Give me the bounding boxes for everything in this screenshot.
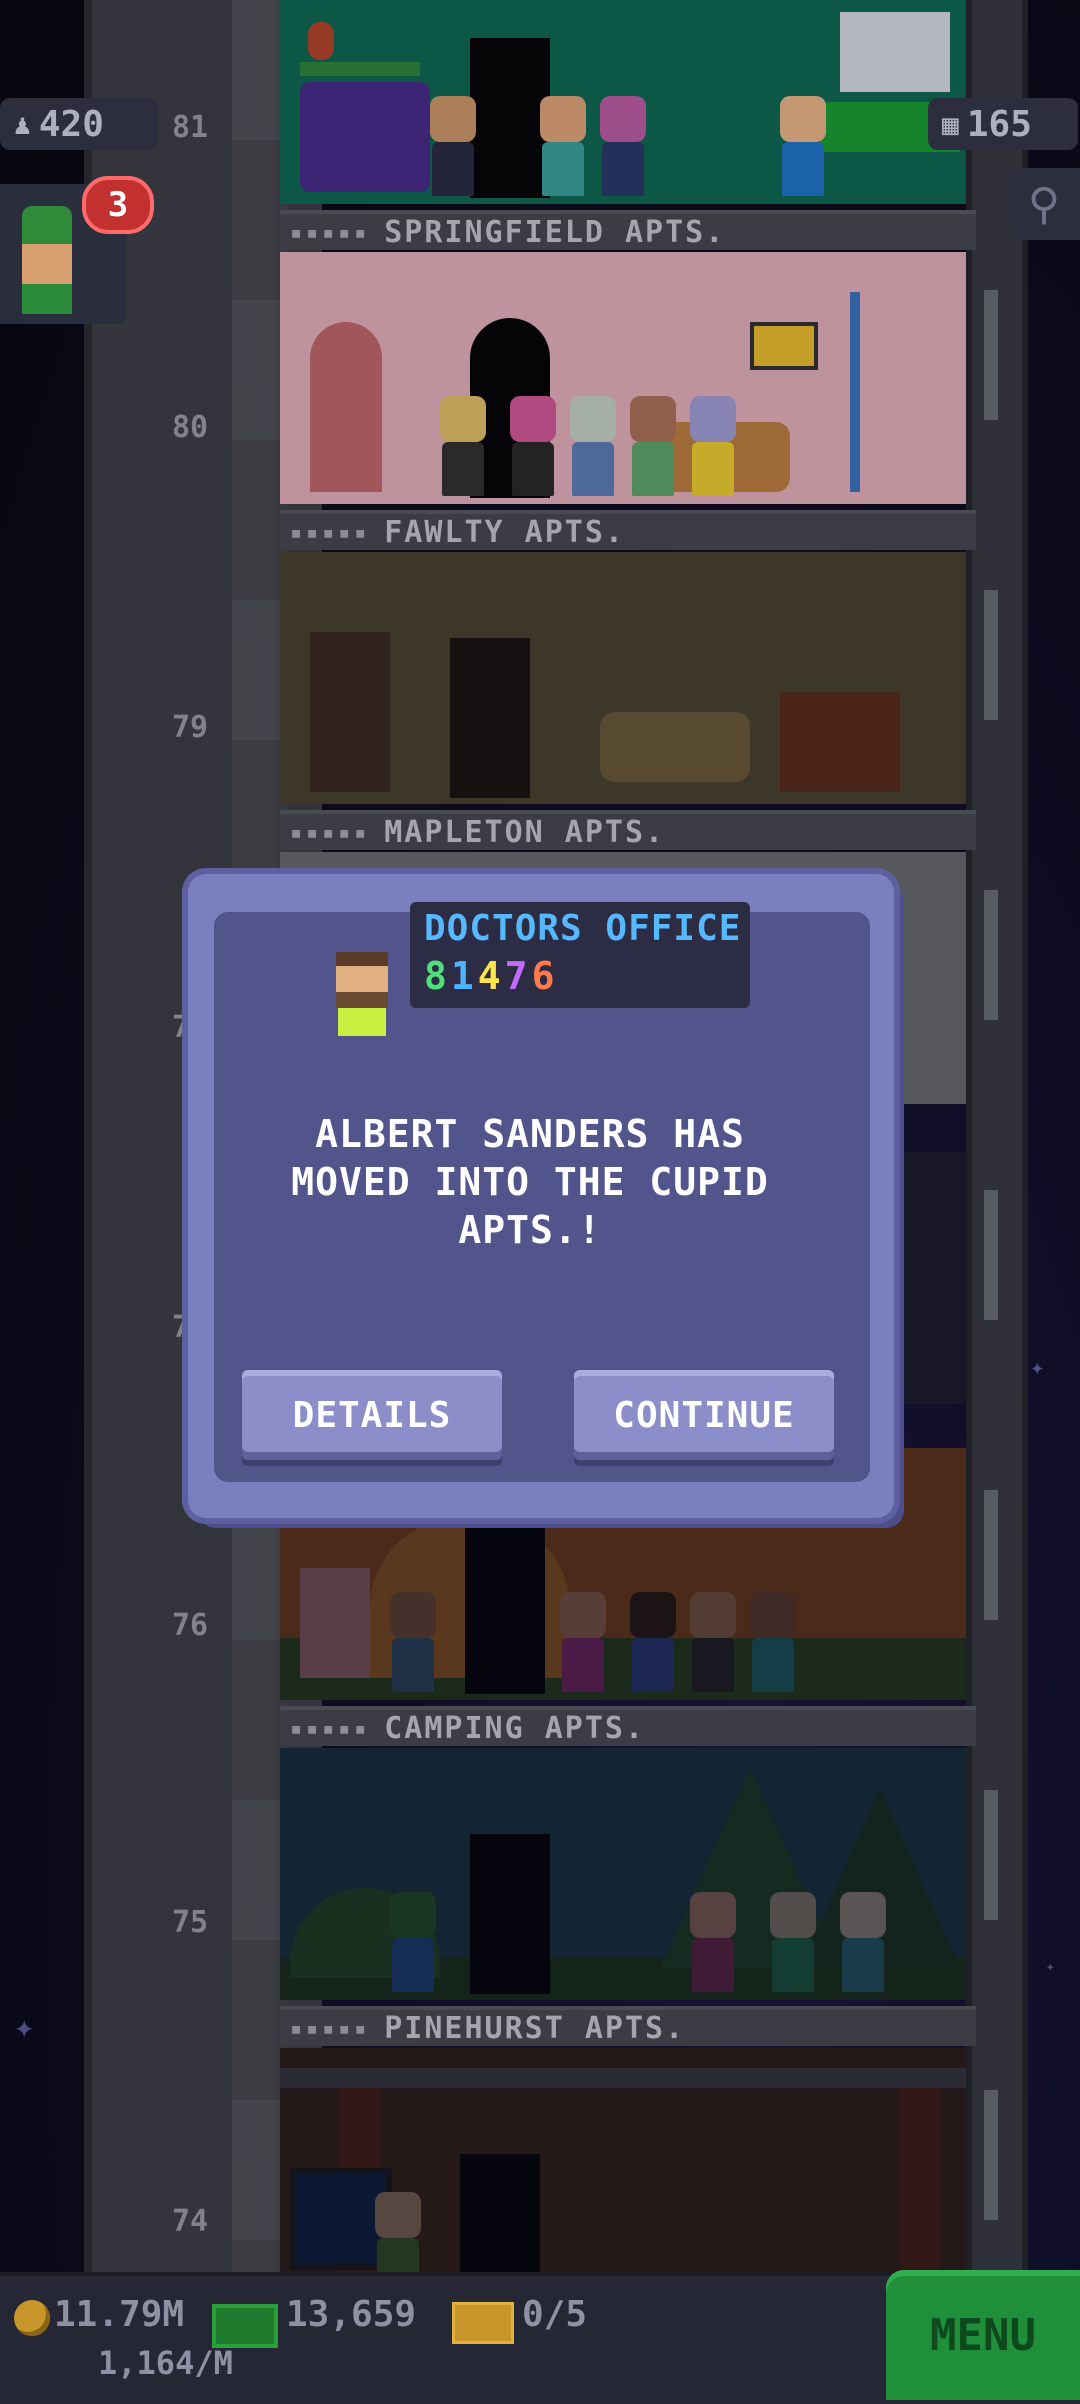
floor-pinehurst[interactable]: ▪▪▪▪▪ PINEHURST APTS.	[280, 1748, 976, 2048]
floor-number: 75	[171, 1905, 209, 1940]
floor-mapleton[interactable]: ▪▪▪▪▪ MAPLETON APTS.	[280, 552, 976, 852]
apartment-room[interactable]	[280, 1748, 966, 2000]
apartment-room[interactable]	[280, 0, 966, 204]
coin-icon	[14, 2300, 50, 2336]
star-icon: ✦	[1030, 1353, 1045, 1381]
floor-number: 80	[171, 410, 209, 445]
building-icon: ▦	[942, 107, 959, 141]
apartment-door	[470, 1834, 550, 1994]
resident-sprite[interactable]	[780, 96, 826, 196]
floor-name: PINEHURST APTS.	[384, 2010, 686, 2046]
floors-value: 165	[966, 103, 1032, 145]
apartment-door	[450, 638, 530, 798]
coins-value[interactable]: 11.79M	[54, 2294, 184, 2335]
job-title: DOCTORS OFFICE	[424, 908, 742, 949]
floor-number: 76	[171, 1608, 209, 1643]
skill-digit: 6	[531, 954, 559, 998]
resident-sprite[interactable]	[570, 396, 616, 496]
apartment-door	[470, 38, 550, 198]
resident-sprite[interactable]	[440, 396, 486, 496]
resident-sprite[interactable]	[690, 396, 736, 496]
resident-sprite[interactable]	[840, 1892, 886, 1992]
bookshelf	[310, 632, 390, 792]
floor-number: 79	[171, 710, 209, 745]
continue-button[interactable]: CONTINUE	[574, 1370, 834, 1460]
sofa	[600, 712, 750, 782]
wooden-beam	[900, 2088, 940, 2288]
tower-right-wall	[966, 0, 1028, 2280]
sofa	[300, 82, 430, 192]
resident-capacity: ▪▪▪▪▪	[290, 1716, 371, 1740]
floor-number: 74	[171, 2204, 209, 2239]
floor-name: CAMPING APTS.	[384, 1710, 646, 1746]
resident-sprite[interactable]	[750, 1592, 796, 1692]
skill-digit: 4	[477, 954, 505, 998]
star-icon: ✦	[14, 2007, 35, 2047]
resident-sprite[interactable]	[430, 96, 476, 196]
avatar-face	[22, 244, 72, 284]
resident-sprite[interactable]	[630, 1592, 676, 1692]
apartment-room[interactable]	[280, 252, 966, 504]
resident-capacity: ▪▪▪▪▪	[290, 820, 371, 844]
skill-ratings: 81476	[424, 954, 558, 998]
floors-counter[interactable]: ▦ 165	[928, 98, 1078, 150]
floor-lamp	[850, 292, 860, 492]
menu-button[interactable]: MENU	[886, 2270, 1080, 2400]
floor-name: MAPLETON APTS.	[384, 814, 666, 850]
star-icon: ✦	[1046, 1959, 1055, 1975]
ticket-icon	[452, 2302, 514, 2344]
coins-rate: 1,164/M	[98, 2344, 233, 2382]
bux-icon	[212, 2304, 278, 2348]
resident-sprite[interactable]	[560, 1592, 606, 1692]
armchair	[300, 1568, 370, 1678]
shelf	[300, 62, 420, 76]
skill-digit: 8	[424, 954, 451, 998]
population-value: 420	[38, 103, 104, 145]
floor-springfield[interactable]: ▪▪▪▪▪ SPRINGFIELD APTS.	[280, 0, 976, 252]
resident-sprite[interactable]	[540, 96, 586, 196]
resident-sprite[interactable]	[690, 1592, 736, 1692]
apartment-room[interactable]	[280, 2048, 966, 2300]
search-icon[interactable]: ⚲	[1008, 168, 1080, 240]
vase	[308, 22, 334, 60]
resident-sprite[interactable]	[390, 1592, 436, 1692]
details-button[interactable]: DETAILS	[242, 1370, 502, 1460]
floor-name: FAWLTY APTS.	[384, 514, 625, 550]
floor-number: 81	[171, 110, 209, 145]
population-icon: ♟	[14, 107, 31, 141]
population-counter[interactable]: ♟ 420	[0, 98, 158, 150]
resident-sprite[interactable]	[600, 96, 646, 196]
resident-capacity: ▪▪▪▪▪	[290, 520, 371, 544]
apartment-door-wood	[310, 322, 382, 492]
floor-nameplate: ▪▪▪▪▪ FAWLTY APTS.	[280, 510, 976, 550]
picture-frame	[750, 322, 818, 370]
resident-sprite[interactable]	[510, 396, 556, 496]
resident-sprite[interactable]	[390, 1892, 436, 1992]
floor-name: SPRINGFIELD APTS.	[384, 214, 726, 250]
notification-badge: 3	[82, 176, 154, 234]
floor-nameplate: ▪▪▪▪▪ MAPLETON APTS.	[280, 810, 976, 850]
resident-sprite[interactable]	[770, 1892, 816, 1992]
resident-sprite[interactable]	[690, 1892, 736, 1992]
floor-fawlty[interactable]: ▪▪▪▪▪ FAWLTY APTS.	[280, 252, 976, 552]
tickets-value[interactable]: 0/5	[522, 2294, 587, 2335]
avatar-cap	[22, 206, 72, 246]
apartment-door	[465, 1524, 545, 1694]
resident-capacity: ▪▪▪▪▪	[290, 220, 371, 244]
floor-nameplate: ▪▪▪▪▪ PINEHURST APTS.	[280, 2006, 976, 2046]
resident-sprite[interactable]	[630, 396, 676, 496]
cabinet	[840, 12, 950, 92]
resident-portrait-icon	[330, 952, 394, 1036]
floor-nameplate: ▪▪▪▪▪ CAMPING APTS.	[280, 1706, 976, 1746]
apartment-room[interactable]	[280, 552, 966, 804]
resident-capacity: ▪▪▪▪▪	[290, 2016, 371, 2040]
dialog-message: ALBERT SANDERS HAS MOVED INTO THE CUPID …	[291, 1112, 769, 1252]
skill-digit: 1	[450, 954, 478, 998]
avatar-body	[22, 284, 72, 314]
skill-digit: 7	[504, 954, 532, 998]
fireplace	[780, 692, 900, 792]
bux-value[interactable]: 13,659	[286, 2294, 416, 2335]
floor-nameplate: ▪▪▪▪▪ SPRINGFIELD APTS.	[280, 210, 976, 250]
